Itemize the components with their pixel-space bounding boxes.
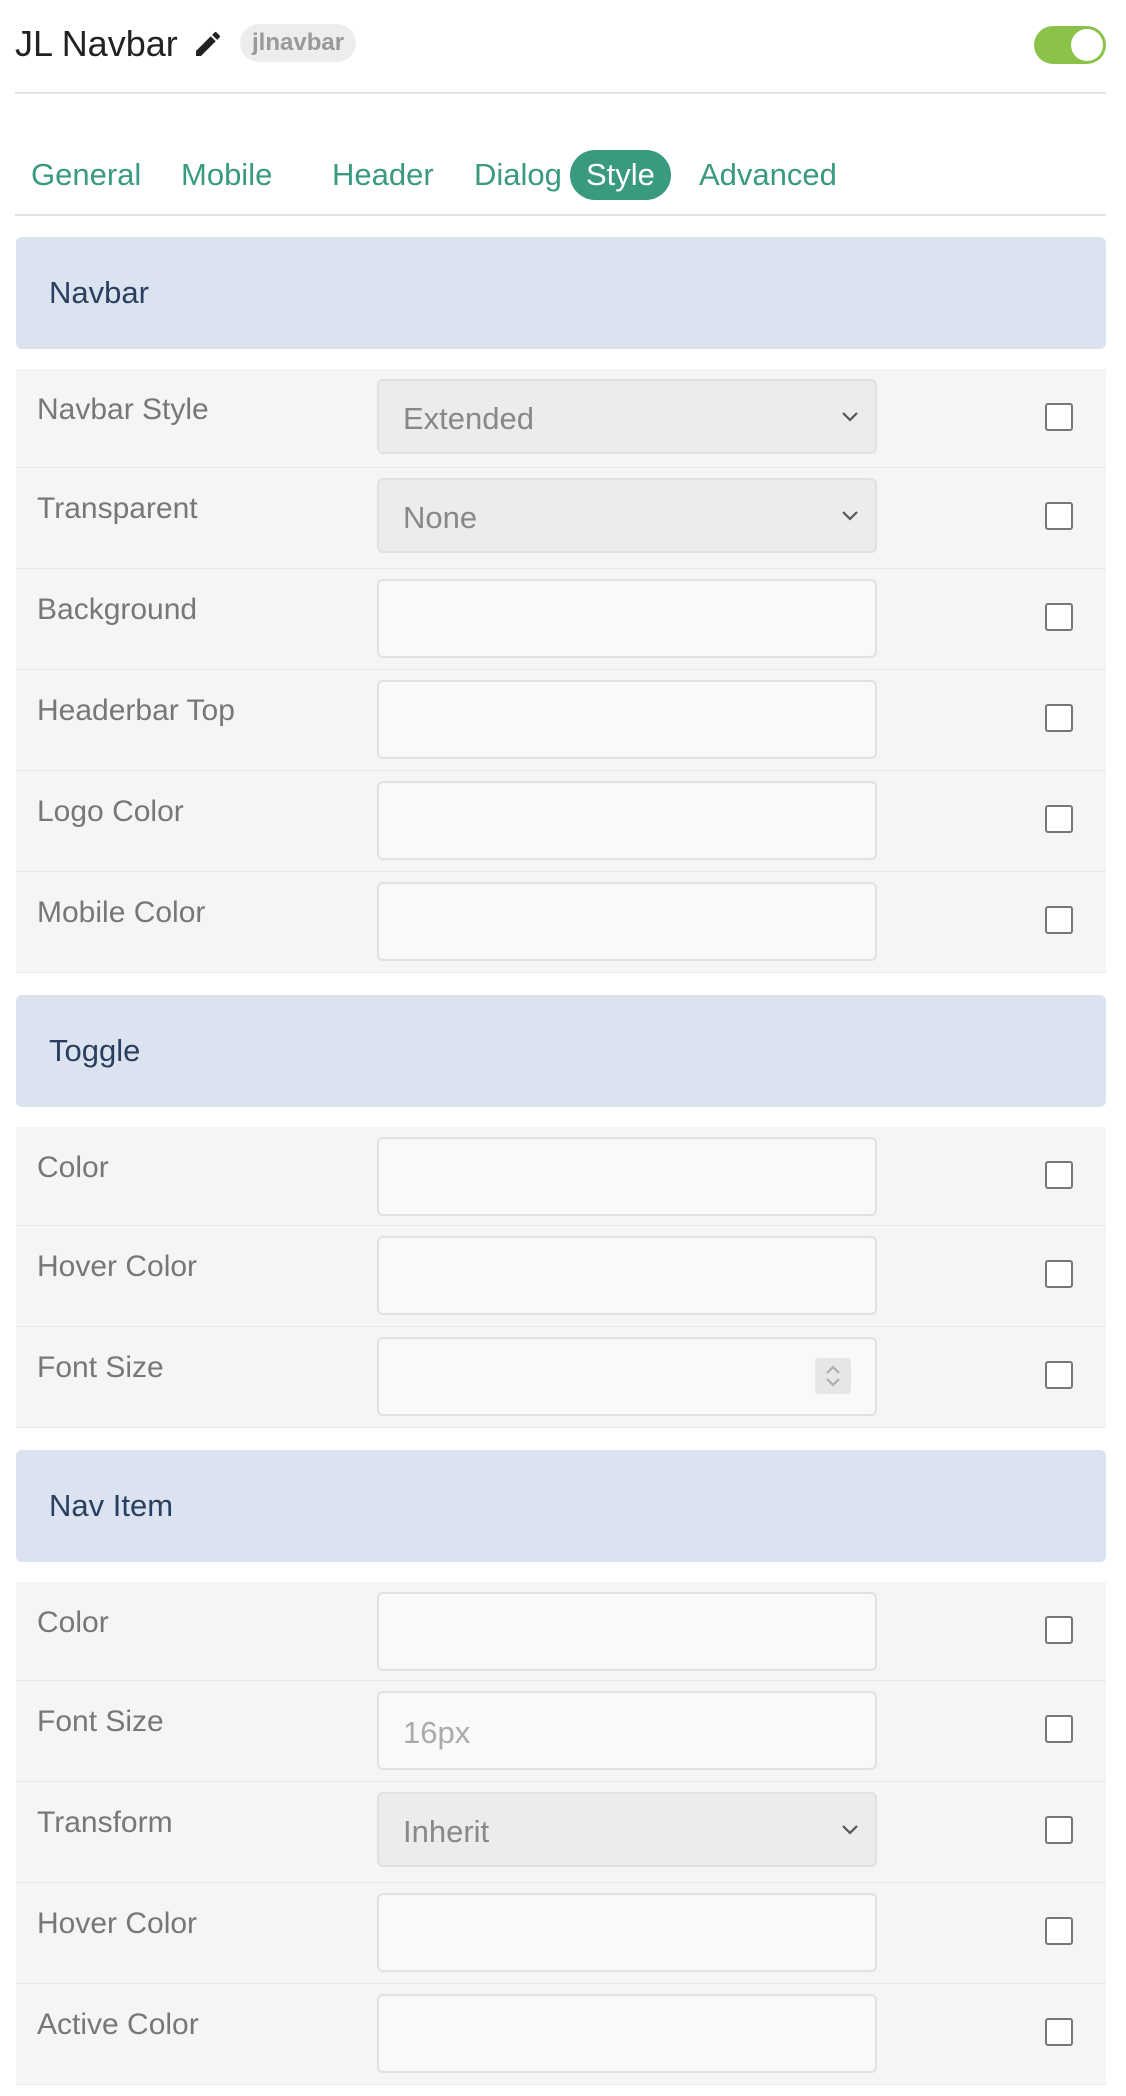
tab-mobile[interactable]: Mobile [165, 150, 288, 200]
tab-general[interactable]: General [15, 150, 157, 200]
field-row-navbar-logo-color: Logo Color [16, 770, 1106, 871]
navbar-logo-color-color-input[interactable] [377, 781, 877, 860]
field-row-navbar-headerbar-top: Headerbar Top [16, 669, 1106, 770]
toggle-hover-color-checkbox[interactable] [1045, 1260, 1073, 1288]
field-label: Color [37, 1606, 109, 1639]
navbar-mobile-color-checkbox[interactable] [1045, 906, 1073, 934]
field-label: Hover Color [37, 1250, 198, 1283]
nav-item-font-size-input[interactable]: 16px [377, 1691, 877, 1770]
field-row-nav-item-font-size: Font Size 16px [16, 1680, 1106, 1781]
section-spacer [16, 973, 1106, 995]
field-row-toggle-color: Color [16, 1127, 1106, 1225]
pencil-icon[interactable] [192, 28, 224, 60]
field-row-nav-item-active-color: Active Color [16, 1983, 1106, 2084]
nav-item-hover-color-color-input[interactable] [377, 1893, 877, 1972]
select-value: None [403, 500, 478, 535]
tab-header[interactable]: Header [316, 150, 450, 200]
navbar-mobile-color-color-input[interactable] [377, 882, 877, 961]
field-label: Navbar Style [37, 393, 209, 426]
nav-item-transform-select[interactable]: Inherit [377, 1792, 877, 1867]
section-spacer [16, 1428, 1106, 1450]
module-header: JL Navbar jlnavbar [15, 0, 1106, 94]
nav-item-active-color-color-input[interactable] [377, 1994, 877, 2073]
select-value: Inherit [403, 1814, 490, 1849]
field-row-toggle-hover-color: Hover Color [16, 1225, 1106, 1326]
field-row-navbar-mobile-color: Mobile Color [16, 871, 1106, 972]
section-rows-toggle: Color Hover Color Font Size [16, 1127, 1106, 1428]
navbar-headerbar-top-checkbox[interactable] [1045, 704, 1073, 732]
alias-badge: jlnavbar [240, 24, 357, 62]
input-placeholder: 16px [403, 1715, 471, 1750]
chevron-down-icon [842, 412, 858, 422]
tab-dialog[interactable]: Dialog [458, 150, 578, 200]
section-header-navbar: Navbar [16, 237, 1106, 349]
field-row-nav-item-hover-color: Hover Color [16, 1882, 1106, 1983]
field-label: Transform [37, 1806, 173, 1839]
section-header-toggle: Toggle [16, 995, 1106, 1107]
navbar-background-color-input[interactable] [377, 579, 877, 658]
nav-item-transform-checkbox[interactable] [1045, 1816, 1073, 1844]
nav-item-color-color-input[interactable] [377, 1592, 877, 1671]
toggle-color-checkbox[interactable] [1045, 1161, 1073, 1189]
tab-bar: General Mobile Header Dialog Style Advan… [15, 148, 1106, 216]
section-header-nav-item: Nav Item [16, 1450, 1106, 1562]
tab-style[interactable]: Style [570, 150, 671, 200]
navbar-navbar-style-checkbox[interactable] [1045, 403, 1073, 431]
field-label: Hover Color [37, 1907, 198, 1940]
field-label: Mobile Color [37, 896, 206, 929]
field-row-nav-item-transform: Transform Inherit [16, 1781, 1106, 1882]
nav-item-hover-color-checkbox[interactable] [1045, 1917, 1073, 1945]
navbar-headerbar-top-color-input[interactable] [377, 680, 877, 759]
field-row-navbar-navbar-style: Navbar Style Extended [16, 369, 1106, 467]
style-settings: Navbar Navbar Style Extended Transparent Non… [16, 237, 1106, 2085]
field-row-navbar-transparent: Transparent None [16, 467, 1106, 568]
navbar-navbar-style-select[interactable]: Extended [377, 379, 877, 454]
toggle-font-size-checkbox[interactable] [1045, 1361, 1073, 1389]
chevron-down-icon [842, 511, 858, 521]
select-value: Extended [403, 401, 534, 436]
field-label: Transparent [37, 492, 198, 525]
field-label: Headerbar Top [37, 694, 235, 727]
nav-item-font-size-checkbox[interactable] [1045, 1715, 1073, 1743]
field-row-navbar-background: Background [16, 568, 1106, 669]
navbar-transparent-checkbox[interactable] [1045, 502, 1073, 530]
nav-item-color-checkbox[interactable] [1045, 1616, 1073, 1644]
navbar-background-checkbox[interactable] [1045, 603, 1073, 631]
toggle-font-size-number-input[interactable] [377, 1337, 877, 1416]
chevron-down-icon [842, 1825, 858, 1835]
toggle-hover-color-color-input[interactable] [377, 1236, 877, 1315]
spinner-arrows-icon[interactable] [815, 1358, 851, 1394]
navbar-transparent-select[interactable]: None [377, 478, 877, 553]
nav-item-active-color-checkbox[interactable] [1045, 2018, 1073, 2046]
module-title: JL Navbar [15, 23, 178, 64]
section-rows-nav-item: Color Font Size 16px Transform Inherit Hover … [16, 1582, 1106, 2085]
field-label: Background [37, 593, 198, 626]
field-label: Font Size [37, 1705, 164, 1738]
field-row-toggle-font-size: Font Size [16, 1326, 1106, 1427]
navbar-logo-color-checkbox[interactable] [1045, 805, 1073, 833]
enable-toggle[interactable] [1034, 26, 1106, 64]
field-label: Logo Color [37, 795, 184, 828]
field-label: Color [37, 1151, 109, 1184]
toggle-knob [1071, 29, 1103, 61]
field-label: Font Size [37, 1351, 164, 1384]
field-row-nav-item-color: Color [16, 1582, 1106, 1680]
field-label: Active Color [37, 2008, 199, 2041]
toggle-color-color-input[interactable] [377, 1137, 877, 1216]
section-rows-navbar: Navbar Style Extended Transparent None Backg… [16, 369, 1106, 973]
tab-advanced[interactable]: Advanced [683, 150, 853, 200]
